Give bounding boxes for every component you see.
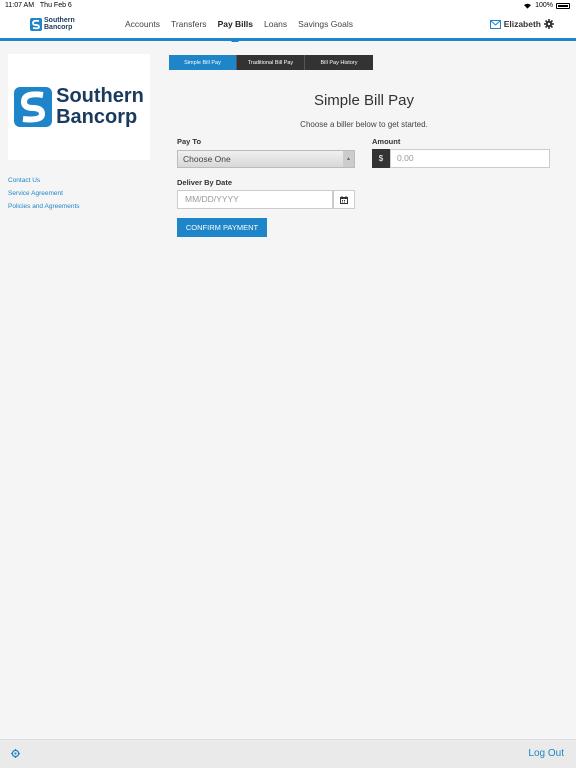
nav-loans[interactable]: Loans [264,19,287,29]
amount-input[interactable]: 0.00 [390,149,550,168]
tab-bill-pay-history[interactable]: Bill Pay History [305,55,373,70]
page-title: Simple Bill Pay [313,92,415,109]
tab-simple-bill-pay[interactable]: Simple Bill Pay [169,55,237,70]
wifi-icon [524,3,532,9]
bank-mark-icon [14,87,53,127]
pay-to-select[interactable]: Choose One ▲ [177,150,355,168]
service-agreement-link[interactable]: Service Agreement [8,190,150,197]
battery-percent: 100% [535,2,553,9]
mail-icon[interactable] [489,19,501,29]
log-out-button[interactable]: Log Out [528,748,564,759]
brand-logo[interactable]: Southern Bancorp [30,17,75,31]
tab-traditional-bill-pay[interactable]: Traditional Bill Pay [237,55,305,70]
pay-to-value: Choose One [183,154,231,164]
bill-pay-tabs: Simple Bill Pay Traditional Bill Pay Bil… [169,55,373,70]
nav-pay-bills[interactable]: Pay Bills [218,19,253,42]
top-nav: Southern Bancorp Accounts Transfers Pay … [0,12,576,42]
calendar-icon [340,195,348,204]
chevron-down-icon: ▲ [343,151,354,167]
contact-us-link[interactable]: Contact Us [8,177,150,184]
status-time: 11:07 AM Thu Feb 6 [5,2,72,9]
battery-icon [556,2,570,9]
bank-name: Southern Bancorp [56,85,144,128]
left-column: Southern Bancorp Contact Us Service Agre… [8,54,150,216]
confirm-payment-button[interactable]: CONFIRM PAYMENT [177,218,267,237]
deliver-by-label: Deliver By Date [177,178,233,187]
amount-label: Amount [372,137,401,146]
user-name[interactable]: Elizabeth [504,19,541,29]
user-menu: Elizabeth [489,19,554,29]
main-nav: Accounts Transfers Pay Bills Loans Savin… [125,19,353,42]
nav-accounts[interactable]: Accounts [125,19,160,29]
policies-link[interactable]: Policies and Agreements [8,203,150,210]
status-bar: 11:07 AM Thu Feb 6 100% [0,0,576,12]
settings-icon[interactable] [11,749,20,758]
brand-mark-icon [30,17,42,31]
page-subtitle: Choose a biller below to get started. [300,120,428,129]
deliver-by-date-input[interactable]: MM/DD/YYYY [177,190,333,209]
footer-links: Contact Us Service Agreement Policies an… [8,177,150,210]
gear-icon[interactable] [544,19,554,29]
calendar-button[interactable] [333,190,355,209]
status-right: 100% [523,2,570,9]
brand-name: Southern Bancorp [44,17,75,31]
bottom-toolbar: Log Out [0,739,576,768]
nav-transfers[interactable]: Transfers [171,19,207,29]
pay-to-label: Pay To [177,137,202,146]
bank-logo: Southern Bancorp [8,54,150,160]
currency-addon: $ [372,149,390,168]
nav-savings-goals[interactable]: Savings Goals [298,19,353,29]
